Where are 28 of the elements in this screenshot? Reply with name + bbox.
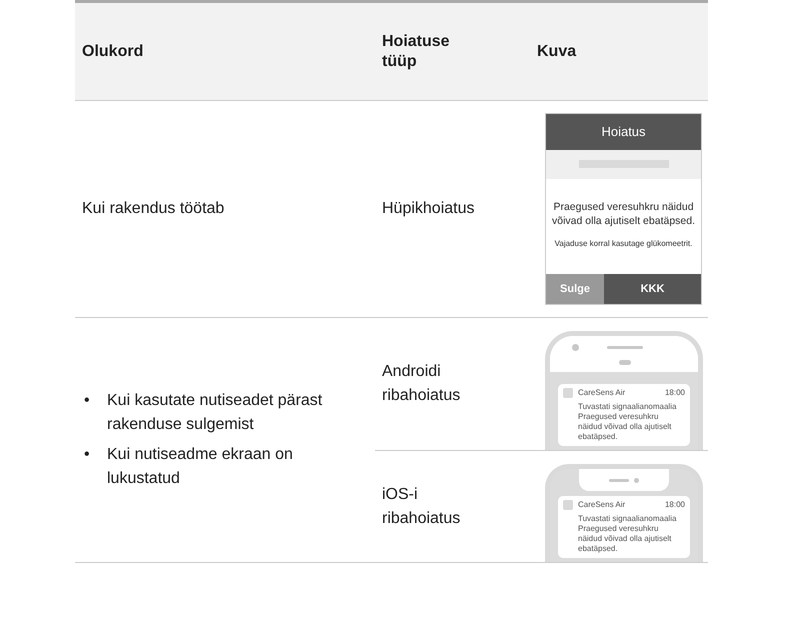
notification-text: Praegused veresuhkru näidud võivad olla ajutiselt ebatäpsed. [578,524,672,554]
column-header: Kuva [537,42,578,62]
sensor-pill [619,360,631,365]
notification-text: Tuvastati signaalianomaalia [578,402,678,412]
alert-type: Hüpikhoiatus [382,199,474,219]
bullet: • [83,391,91,411]
situation-text: Kui kasutate nutiseadet pärast rakenduse sulgemist [107,391,324,435]
popup-title: Hoiatus [546,114,701,150]
app-icon [563,500,573,510]
situation-text: Kui rakendus töötab [82,199,226,219]
popup-button[interactable]: KKK [604,274,701,304]
alert-type: iOS-i ribahoiatus [382,484,462,528]
app-icon [563,388,573,398]
bullet: • [83,445,91,465]
notification-time: 18:00 [664,388,685,398]
popup-note: Vajaduse korral kasutage glükomeetrit. [554,238,692,250]
speaker-line [607,346,643,349]
speaker-line [609,478,629,482]
notification-text: Tuvastati signaalianomaalia [578,514,678,524]
notification-text: Praegused veresuhkru näidud võivad olla ajutiselt ebatäpsed. [578,412,672,442]
app-name: CareSens Air [578,500,626,510]
column-header: Olukord [82,42,144,62]
alert-type: Androidi ribahoiatus [382,362,462,406]
notification-time: 18:00 [664,500,685,510]
column-header: Hoiatuse tüüp [382,32,451,72]
situation-text: Kui nutiseadme ekraan on lukustatud [107,445,294,489]
popup-message: Praegused veresuhkru näidud võivad olla ajutiselt ebatäpsed. [552,200,695,228]
app-name: CareSens Air [578,388,626,398]
